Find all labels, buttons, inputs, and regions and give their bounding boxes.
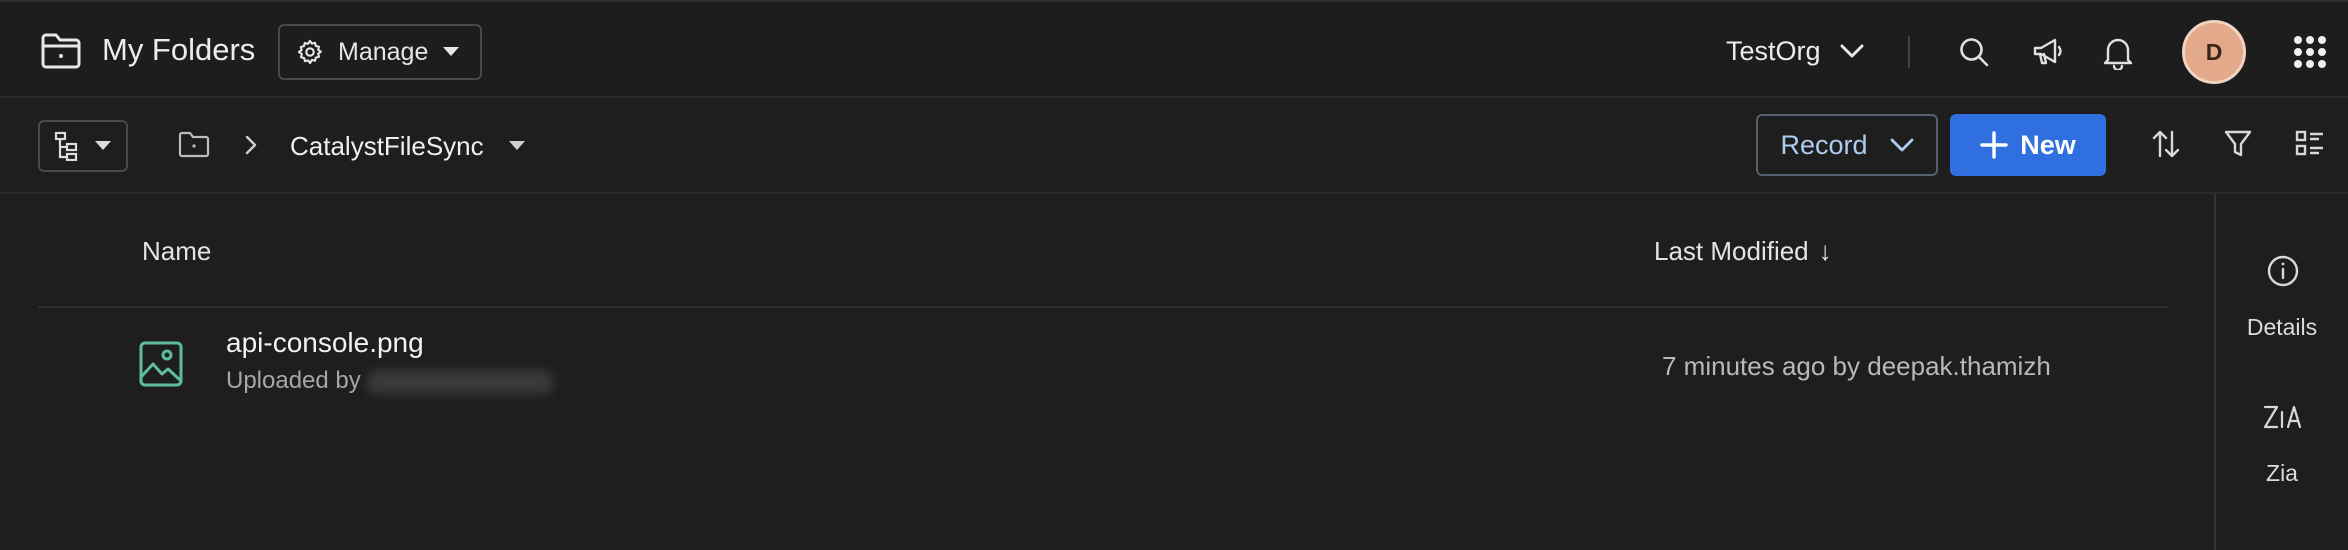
new-label: New — [2020, 129, 2076, 160]
record-label: Record — [1780, 129, 1868, 160]
info-icon — [2266, 254, 2300, 288]
manage-button[interactable]: Manage — [278, 24, 482, 80]
uploaded-by: Uploaded by — [226, 367, 553, 395]
table-row[interactable]: api-console.png Uploaded by 7 minutes ag… — [38, 310, 2168, 422]
file-name[interactable]: api-console.png — [226, 327, 424, 359]
caret-down-icon — [442, 46, 460, 58]
last-modified: 7 minutes ago by deepak.thamizh — [1662, 351, 2051, 381]
redacted-name — [366, 369, 553, 394]
gear-icon — [296, 38, 324, 66]
tree-icon — [54, 131, 82, 161]
folder-icon — [40, 32, 82, 70]
sort-icon[interactable] — [2148, 126, 2184, 162]
breadcrumb[interactable]: CatalystFileSync — [290, 126, 526, 166]
header-divider — [38, 306, 2168, 308]
zia-panel-button[interactable]: Zia — [2216, 396, 2348, 496]
top-bar: My Folders Manage TestOrg D — [0, 0, 2348, 98]
details-panel-button[interactable]: Details — [2216, 250, 2348, 350]
apps-grid-icon[interactable] — [2292, 34, 2328, 70]
image-file-icon — [138, 340, 184, 388]
folder-tree-toggle[interactable] — [38, 120, 128, 172]
filter-icon[interactable] — [2220, 126, 2256, 162]
details-label: Details — [2246, 314, 2318, 340]
plus-icon — [1980, 131, 2008, 159]
avatar[interactable]: D — [2182, 20, 2246, 84]
new-button[interactable]: New — [1950, 114, 2106, 176]
breadcrumb-separator-icon — [244, 134, 258, 156]
chevron-down-icon — [1890, 138, 1914, 152]
breadcrumb-folder-icon[interactable] — [178, 130, 210, 158]
caret-down-icon — [94, 140, 112, 152]
sort-arrow-down-icon: ↓ — [1818, 236, 1832, 266]
org-name: TestOrg — [1726, 35, 1821, 66]
chevron-down-icon — [1839, 43, 1865, 59]
breadcrumb-current: CatalystFileSync — [290, 130, 484, 161]
announcement-icon[interactable] — [2028, 32, 2068, 72]
list-view-icon[interactable] — [2292, 126, 2328, 162]
column-header-name[interactable]: Name — [142, 236, 211, 267]
record-button[interactable]: Record — [1756, 114, 1938, 176]
bell-icon[interactable] — [2100, 32, 2136, 72]
caret-down-icon — [508, 140, 526, 152]
header-divider — [1908, 36, 1910, 68]
org-switcher[interactable]: TestOrg — [1726, 28, 1865, 74]
page-title: My Folders — [102, 32, 256, 67]
column-header-last-modified[interactable]: Last Modified ↓ — [1654, 236, 1832, 267]
zia-label: Zia — [2266, 460, 2298, 486]
side-panel-divider — [2214, 194, 2216, 550]
search-icon[interactable] — [1956, 34, 1992, 70]
uploaded-prefix: Uploaded by — [226, 367, 361, 394]
manage-label: Manage — [338, 37, 429, 66]
zia-icon — [2262, 402, 2302, 432]
column-header-label: Last Modified — [1654, 236, 1809, 266]
